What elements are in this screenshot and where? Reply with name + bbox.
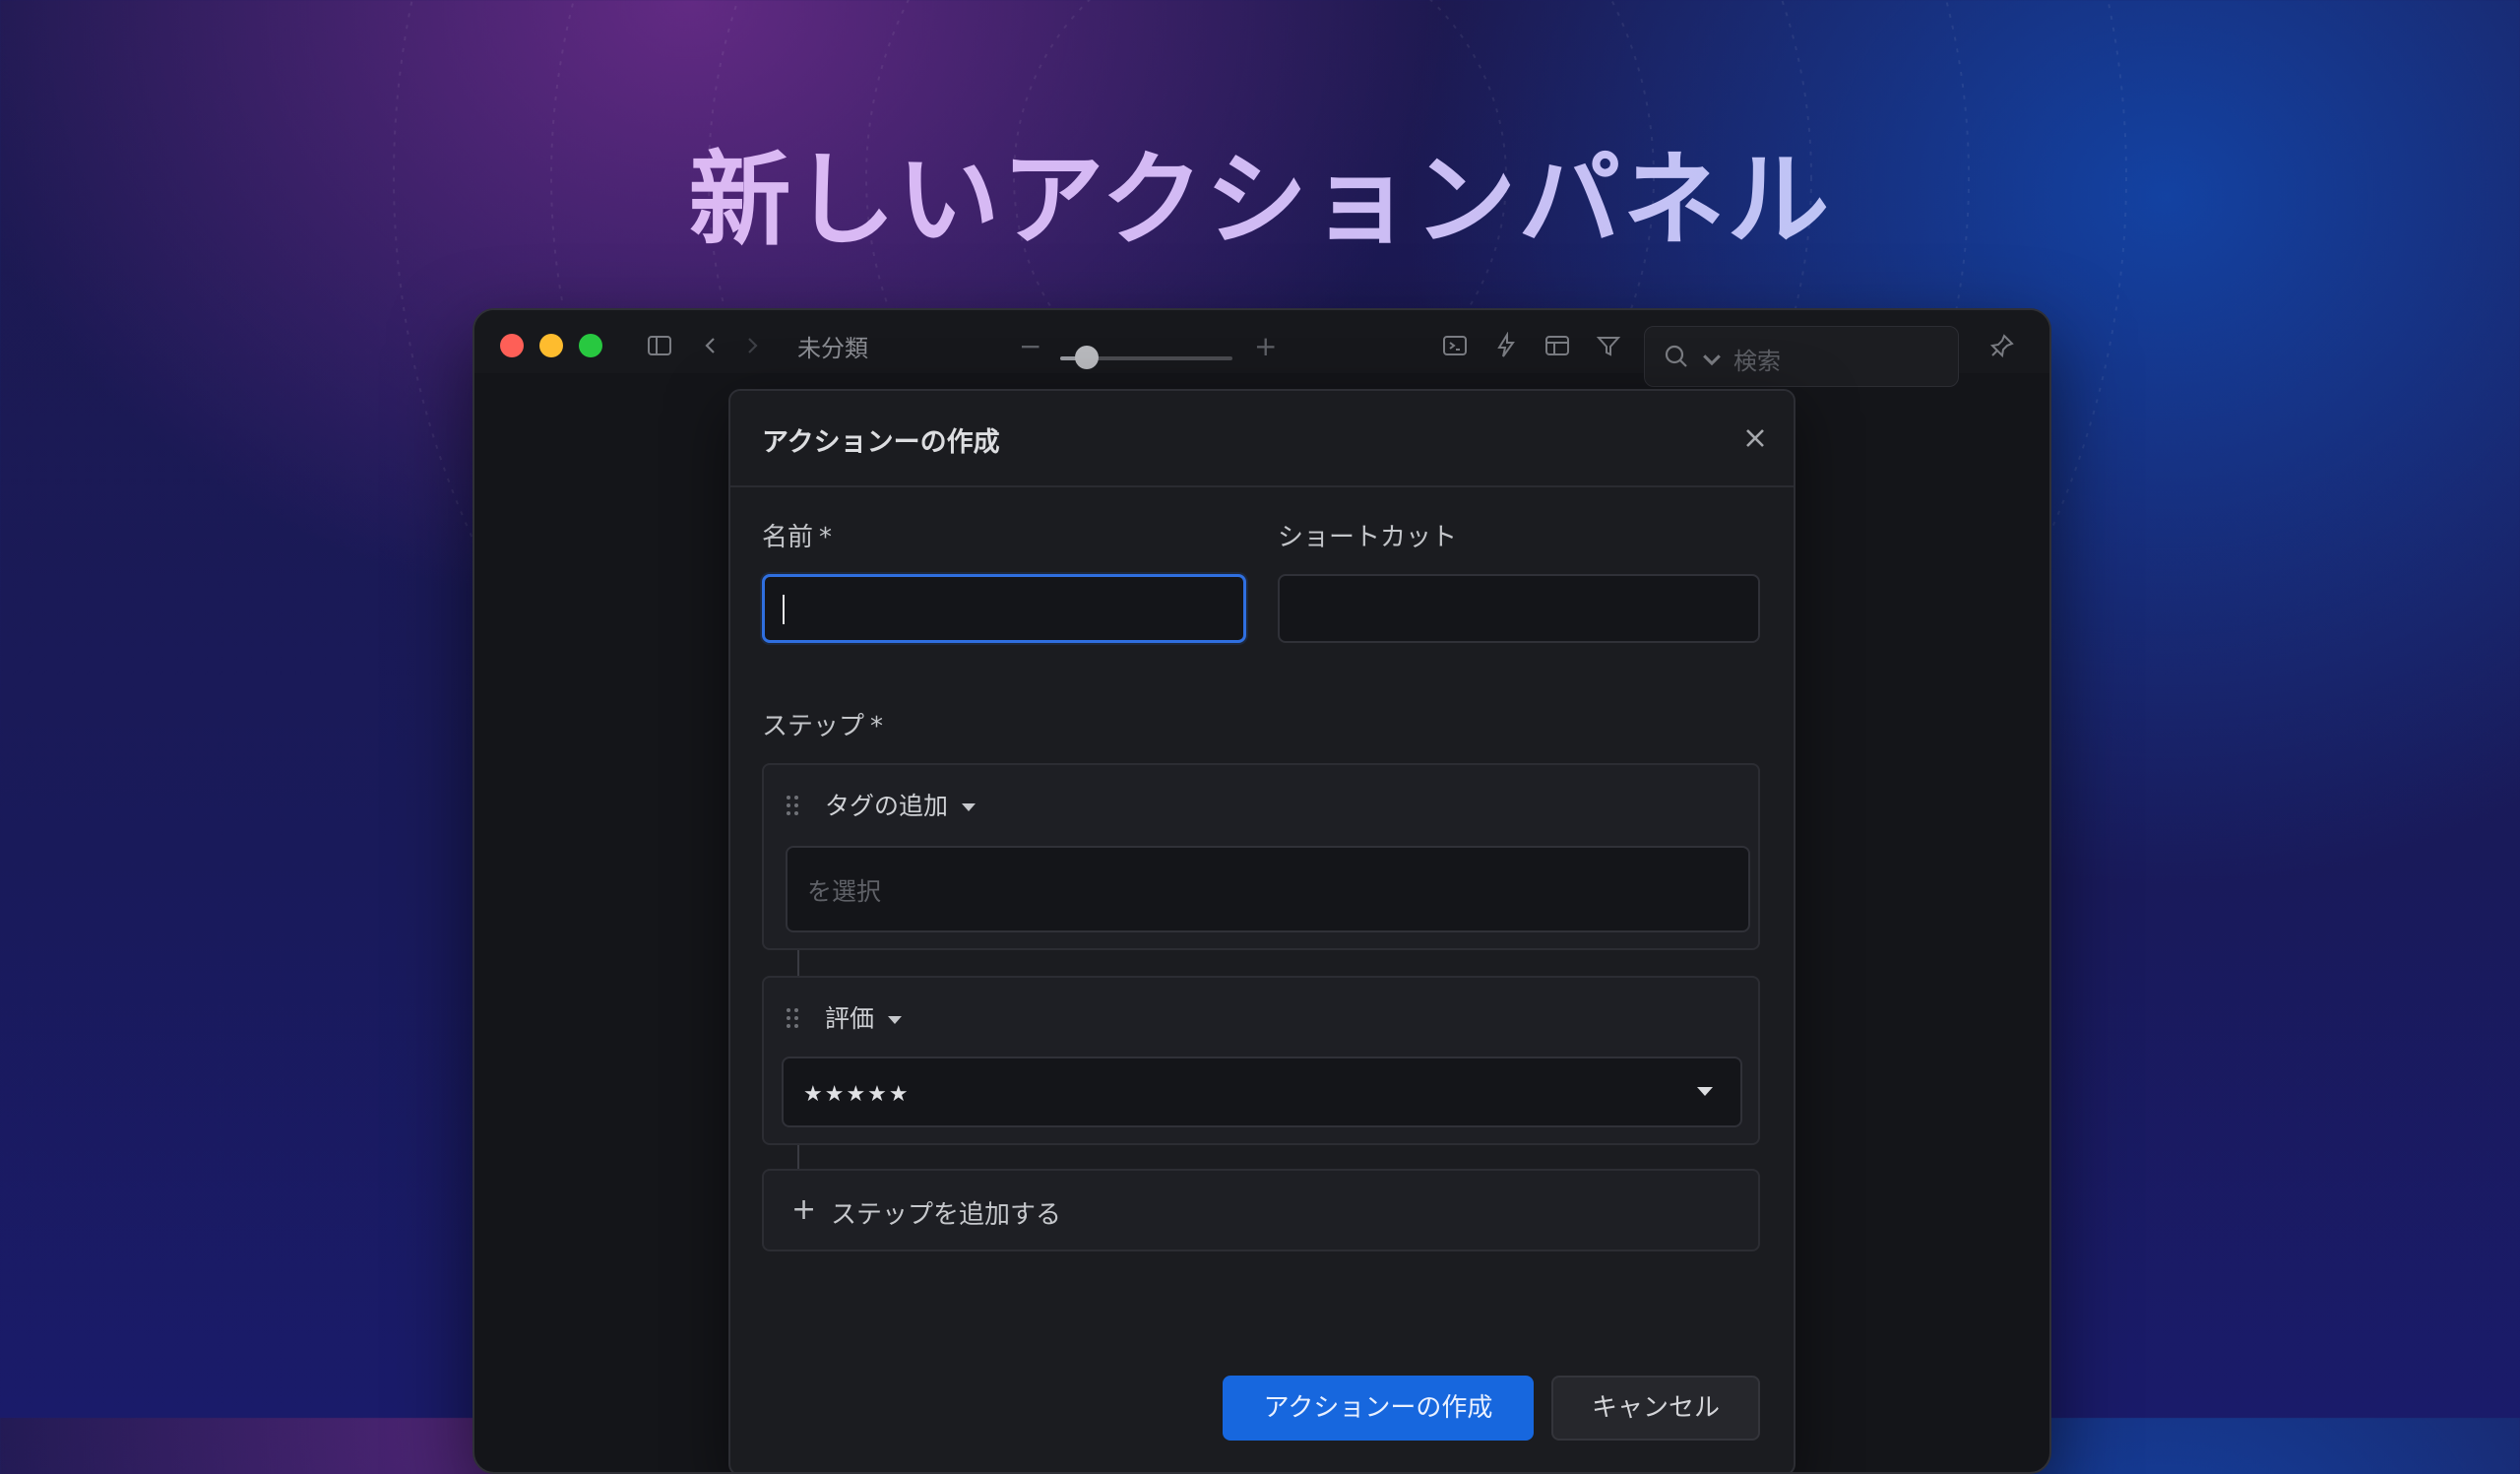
dropdown-caret-icon	[1697, 1087, 1713, 1096]
lightning-icon[interactable]	[1492, 332, 1520, 359]
shortcut-field-label: ショートカット	[1278, 523, 1458, 552]
shortcut-input[interactable]	[1278, 574, 1760, 643]
zoom-in-button[interactable]: +	[1254, 330, 1277, 362]
breadcrumb[interactable]: 未分類	[797, 329, 868, 363]
required-marker: *	[819, 523, 833, 552]
app-window: 未分類 − + 検索 アクションーの作成 名前 * ショートカット ステップ *…	[472, 308, 2051, 1474]
step-connector	[797, 950, 799, 976]
drag-handle-icon[interactable]	[786, 1007, 799, 1029]
filter-icon[interactable]	[1595, 332, 1622, 359]
chevron-down-icon[interactable]	[1698, 347, 1721, 366]
window-close-button[interactable]	[500, 334, 524, 357]
caret-down-icon	[962, 803, 976, 811]
name-field-label: 名前 *	[762, 517, 832, 553]
step-card-rating: 評価 ★★★★★	[762, 976, 1760, 1145]
create-action-dialog: アクションーの作成 名前* ショートカット ステップ* タグの追加 を選択	[728, 389, 1796, 1472]
rating-select[interactable]: ★★★★★	[782, 1057, 1742, 1127]
dialog-title: アクションーの作成	[762, 427, 1000, 458]
step-type-selector[interactable]: タグの追加	[825, 787, 976, 822]
search-icon	[1663, 343, 1688, 368]
dialog-header: アクションーの作成	[730, 391, 1794, 487]
back-arrow-icon[interactable]	[697, 332, 724, 359]
layout-icon[interactable]	[1544, 332, 1571, 359]
name-input[interactable]	[762, 574, 1246, 643]
cancel-button[interactable]: キャンセル	[1551, 1376, 1760, 1441]
window-minimize-button[interactable]	[539, 334, 563, 357]
drag-handle-icon[interactable]	[786, 795, 799, 816]
tag-select-input[interactable]: を選択	[786, 846, 1750, 932]
required-marker: *	[870, 712, 884, 741]
titlebar: 未分類 − + 検索	[474, 310, 2049, 387]
terminal-icon[interactable]	[1441, 332, 1469, 359]
add-step-label: ステップを追加する	[831, 1200, 1062, 1230]
plus-icon: +	[791, 1192, 817, 1227]
forward-arrow-icon[interactable]	[738, 332, 766, 359]
caret-down-icon	[888, 1016, 903, 1024]
step-type-label: タグの追加	[825, 792, 949, 820]
zoom-out-button[interactable]: −	[1019, 330, 1041, 362]
step-connector	[797, 1145, 799, 1169]
tag-select-placeholder: を選択	[807, 877, 882, 906]
create-action-button[interactable]: アクションーの作成	[1223, 1376, 1534, 1441]
steps-label-text: ステップ	[762, 712, 865, 741]
hero-title: 新しいアクションパネル	[0, 116, 2520, 265]
steps-label: ステップ *	[762, 706, 883, 742]
window-maximize-button[interactable]	[579, 334, 602, 357]
zoom-slider-handle[interactable]	[1075, 346, 1099, 369]
add-step-button[interactable]: + ステップを追加する	[762, 1169, 1760, 1251]
name-label-text: 名前	[762, 523, 814, 552]
pin-icon[interactable]	[1988, 332, 2016, 359]
sidebar-toggle-icon[interactable]	[646, 332, 673, 359]
search-input[interactable]: 検索	[1733, 342, 1781, 376]
rating-value: ★★★★★	[803, 1082, 911, 1107]
search-field[interactable]: 検索	[1644, 326, 1959, 387]
text-caret	[783, 595, 785, 624]
step-type-label: 評価	[825, 1004, 875, 1033]
step-card-add-tag: タグの追加 を選択	[762, 763, 1760, 950]
step-type-selector[interactable]: 評価	[825, 999, 903, 1035]
close-icon[interactable]	[1740, 423, 1770, 453]
